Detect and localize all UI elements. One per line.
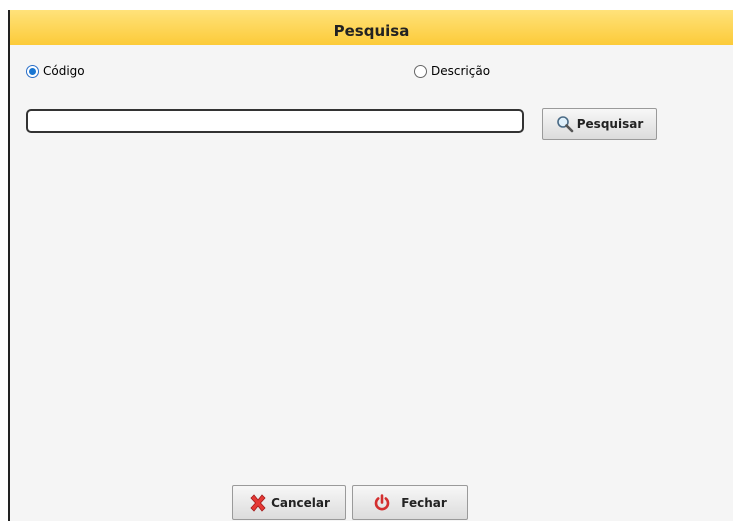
dialog-title: Pesquisa (10, 10, 733, 45)
radio-descricao-indicator[interactable] (414, 64, 427, 78)
radio-codigo-indicator[interactable] (26, 64, 39, 78)
search-input[interactable] (26, 109, 524, 133)
radio-descricao[interactable]: Descrição (414, 64, 490, 78)
search-button-label: Pesquisar (576, 117, 644, 131)
power-icon (374, 493, 390, 510)
search-mode-group: Código Descrição (10, 64, 733, 84)
cancel-x-icon (250, 493, 266, 512)
magnifier-icon (556, 116, 574, 133)
close-button-label: Fechar (401, 495, 447, 510)
radio-codigo-label: Código (43, 64, 85, 78)
search-button[interactable]: Pesquisar (542, 108, 657, 140)
search-dialog: Pesquisa Código Descrição Pesquisar Canc… (8, 10, 733, 521)
radio-descricao-label: Descrição (431, 64, 491, 78)
cancel-button-label: Cancelar (271, 495, 330, 510)
close-button[interactable]: Fechar (352, 485, 468, 520)
radio-codigo[interactable]: Código (26, 64, 85, 78)
cancel-button[interactable]: Cancelar (232, 485, 346, 520)
